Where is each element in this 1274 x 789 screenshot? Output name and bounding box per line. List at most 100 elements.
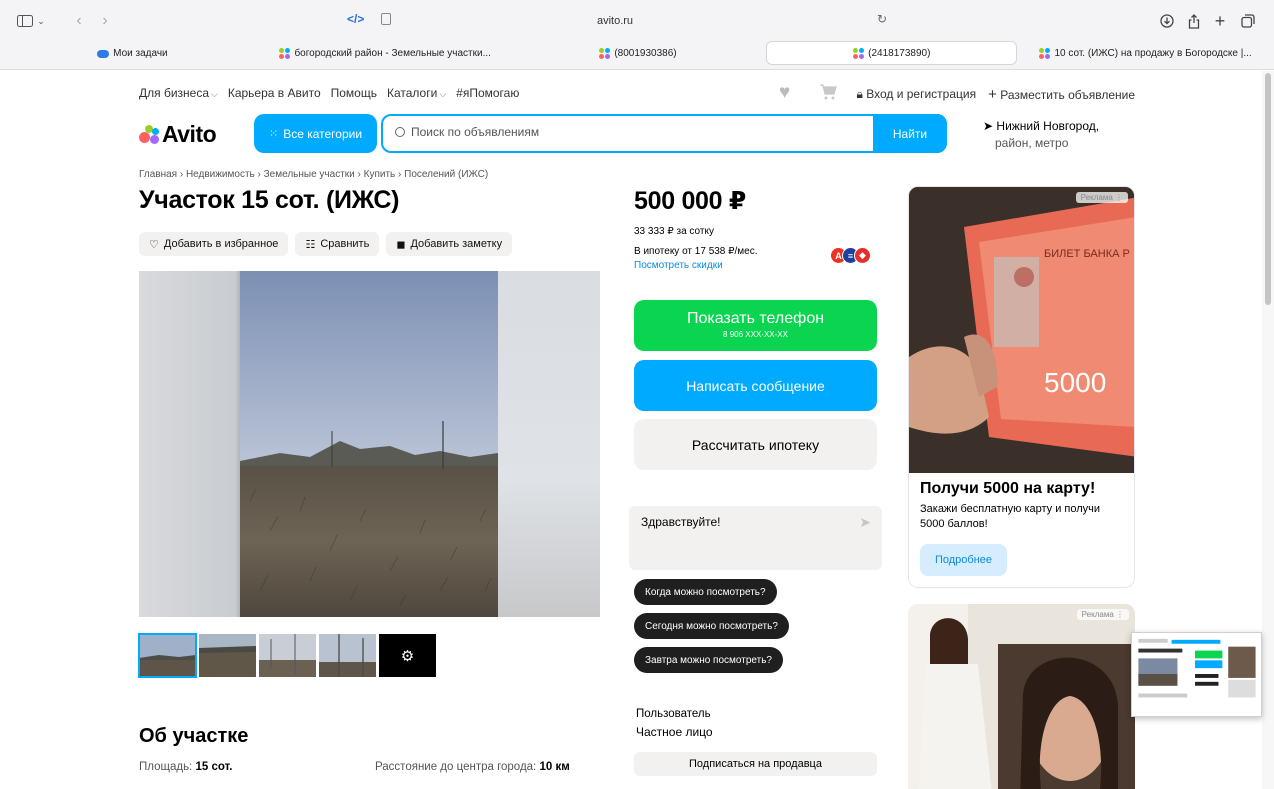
browser-chrome: ⌄ ‹ › </> avito.ru ↻ + Мои задачи богоро…	[0, 0, 1274, 70]
tab-label: богородский район - Земельные участки...	[294, 47, 491, 59]
quick-reply-chip[interactable]: Завтра можно посмотреть?	[634, 647, 783, 673]
tab-search-results[interactable]: богородский район - Земельные участки...	[261, 41, 510, 65]
tab-listing-8001930386[interactable]: (8001930386)	[514, 41, 763, 65]
browser-toolbar: ⌄ ‹ › </> avito.ru ↻ +	[0, 0, 1274, 40]
add-favorite-button[interactable]: ♡ Добавить в избранное	[139, 232, 289, 256]
ad-tag: Реклама ⋮	[1076, 609, 1129, 620]
quick-replies: Когда можно посмотреть? Сегодня можно по…	[634, 579, 789, 673]
page-title: Участок 15 сот. (ИЖС)	[139, 186, 400, 214]
search-icon	[395, 127, 405, 137]
banknote-value: 5000	[1044, 367, 1106, 398]
banknote-text: БИЛЕТ БАНКА Р	[1044, 248, 1130, 260]
sovcom-bank-icon: ◆	[854, 247, 871, 264]
thumbnail-1[interactable]	[138, 633, 197, 678]
avito-favicon-icon	[279, 47, 291, 59]
location-arrow-icon: ➤	[983, 119, 994, 133]
compare-icon: ☷	[305, 238, 316, 251]
avito-logo[interactable]: Avito	[139, 121, 217, 147]
subscribe-seller-button[interactable]: Подписаться на продавца	[634, 752, 877, 776]
quick-reply-chip[interactable]: Сегодня можно посмотреть?	[634, 613, 789, 639]
bank-logos: А ≡ ◆	[830, 247, 880, 265]
photo-gallery[interactable]	[139, 271, 600, 617]
reload-icon[interactable]: ↻	[877, 12, 887, 26]
ad-banknote-image: БИЛЕТ БАНКА Р 5000	[909, 187, 1134, 473]
nav-help[interactable]: Помощь	[331, 86, 377, 100]
calc-mortgage-button[interactable]: Рассчитать ипотеку	[634, 419, 877, 470]
new-tab-icon[interactable]: +	[1212, 10, 1228, 32]
location-selector[interactable]: ➤ Нижний Новгород, район, метро	[983, 118, 1099, 152]
seller-type: Частное лицо	[636, 725, 713, 739]
ad-banner-card[interactable]: БИЛЕТ БАНКА Р 5000 Реклама ⋮ Получи 5000…	[908, 186, 1135, 588]
ad-tag: Реклама ⋮	[1075, 192, 1128, 203]
tab-my-tasks[interactable]: Мои задачи	[8, 41, 257, 65]
login-link[interactable]: 🔒︎ Вход и регистрация	[857, 87, 977, 102]
post-ad-link[interactable]: + Разместить объявление	[988, 86, 1135, 103]
about-section-title: Об участке	[139, 725, 249, 747]
avito-favicon-icon	[599, 47, 611, 59]
gear-icon: ⚙	[400, 647, 415, 665]
avito-logo-icon	[139, 124, 159, 144]
ad-more-button[interactable]: Подробнее	[920, 544, 1007, 576]
note-icon: ◼	[396, 238, 406, 251]
reader-icon[interactable]	[381, 13, 391, 25]
breadcrumb[interactable]: Главная › Недвижимость › Земельные участ…	[139, 169, 488, 180]
nav-business[interactable]: Для бизнеса ⌵	[139, 86, 218, 100]
search-button[interactable]: Найти	[873, 114, 947, 153]
write-message-button[interactable]: Написать сообщение	[634, 360, 877, 411]
share-icon[interactable]	[1186, 10, 1202, 32]
tab-label: (8001930386)	[614, 47, 677, 59]
seller-name[interactable]: Пользователь	[636, 708, 711, 720]
back-icon[interactable]: ‹	[70, 10, 88, 32]
thumbnail-3[interactable]	[259, 634, 316, 677]
address-bar[interactable]: </> avito.ru ↻	[335, 8, 895, 34]
all-categories-button[interactable]: ⁙ Все категории	[254, 114, 377, 153]
plus-icon: +	[988, 86, 997, 103]
tab-overview-icon[interactable]	[1240, 10, 1256, 32]
chevron-down-icon: ⌵	[439, 89, 447, 99]
thumbnail-2[interactable]	[199, 634, 256, 677]
thumbnail-4[interactable]	[319, 634, 376, 677]
send-icon[interactable]: ➤	[859, 514, 871, 531]
grid-dots-icon: ⁙	[268, 128, 279, 140]
tab-label: (2418173890)	[868, 47, 931, 59]
show-phone-button[interactable]: Показать телефон 8 906 XXX-XX-XX	[634, 300, 877, 351]
page-content: Для бизнеса ⌵ Карьера в Авито Помощь Ката…	[0, 71, 1262, 789]
cart-icon[interactable]	[819, 83, 837, 101]
heart-outline-icon: ♡	[149, 238, 159, 251]
photo-thumbnails: ⚙	[138, 633, 436, 678]
tab-listing-2418173890[interactable]: (2418173890)	[766, 41, 1018, 65]
quick-reply-chip[interactable]: Когда можно посмотреть?	[634, 579, 777, 605]
price: 500 000 ₽	[634, 187, 747, 215]
price-per-sotka: 33 333 ₽ за сотку	[634, 226, 714, 237]
url-text: avito.ru	[596, 15, 634, 27]
forward-icon[interactable]: ›	[96, 10, 114, 32]
ad-text: Закажи бесплатную карту и получи 5000 ба…	[920, 503, 1101, 530]
tab-listing-10-sot[interactable]: 10 сот. (ИЖС) на продажу в Богородске |.…	[1021, 41, 1270, 65]
nav-career[interactable]: Карьера в Авито	[228, 86, 321, 100]
nav-catalogs[interactable]: Каталоги ⌵	[387, 86, 446, 100]
tab-bar: Мои задачи богородский район - Земельные…	[8, 41, 1270, 65]
search-input[interactable]: Поиск по объявлениям Найти	[381, 114, 947, 153]
compare-button[interactable]: ☷ Сравнить	[295, 232, 380, 256]
scrollbar[interactable]	[1262, 71, 1274, 789]
developer-icon[interactable]: </>	[347, 12, 364, 26]
tab-label: 10 сот. (ИЖС) на продажу в Богородске |.…	[1054, 47, 1252, 59]
tab-label: Мои задачи	[113, 47, 168, 59]
discounts-link[interactable]: Посмотреть скидки	[634, 260, 723, 271]
page-preview-thumbnail[interactable]	[1131, 632, 1262, 717]
sidebar-toggle-icon[interactable]: ⌄	[12, 10, 50, 32]
ad-portrait-image	[908, 604, 1135, 789]
specs: Площадь: 15 сот. Расстояние до центра го…	[139, 761, 570, 773]
nav-tag[interactable]: #яПомогаю	[456, 86, 519, 100]
top-nav: Для бизнеса ⌵ Карьера в Авито Помощь Ката…	[139, 82, 1135, 103]
add-note-button[interactable]: ◼ Добавить заметку	[386, 232, 513, 256]
mortgage-info: В ипотеку от 17 538 ₽/мес.	[634, 246, 758, 257]
more-photos-button[interactable]: ⚙	[379, 634, 436, 677]
downloads-icon[interactable]	[1158, 10, 1176, 32]
favorites-heart-icon[interactable]: ♥	[779, 82, 790, 104]
scrollbar-thumb[interactable]	[1265, 73, 1271, 305]
chat-input[interactable]: Здравствуйте! ➤	[629, 506, 882, 570]
lock-icon: 🔒︎	[856, 87, 863, 101]
main-photo[interactable]	[240, 271, 498, 617]
ad-banner-card-2[interactable]: Реклама ⋮	[908, 604, 1135, 789]
